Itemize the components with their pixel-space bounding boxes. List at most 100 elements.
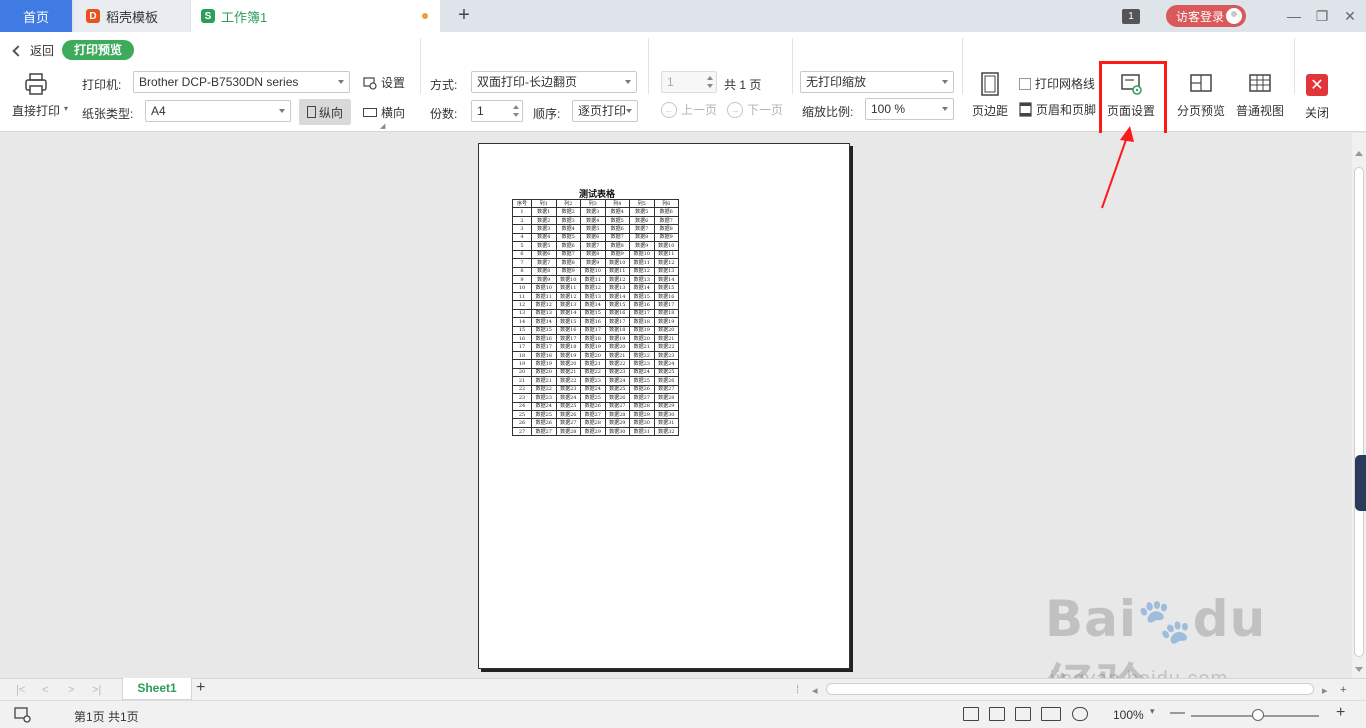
table-cell: 数据10 [531, 283, 557, 293]
table-cell: 数据25 [555, 401, 581, 411]
table-row: 14 数据14 数据15 数据16 数据17 数据18 数据19 [512, 317, 679, 327]
macro-icon[interactable] [14, 707, 32, 723]
next-page-button[interactable]: → 下一页 [727, 101, 783, 118]
table-cell: 数据21 [604, 350, 630, 361]
table-cell: 数据26 [604, 393, 630, 403]
table-cell: 数据10 [555, 274, 581, 285]
page-layout-icon[interactable] [1015, 707, 1031, 721]
table-cell: 数据15 [604, 300, 630, 310]
login-button[interactable]: 访客登录 [1166, 5, 1246, 27]
vertical-scrollbar[interactable] [1352, 133, 1366, 678]
page-break-preview-button[interactable]: 分页预览 [1177, 72, 1225, 119]
portrait-button[interactable]: 纵向 [299, 99, 351, 125]
table-row: 6 数据6 数据7 数据8 数据9 数据10 数据11 [512, 249, 679, 260]
login-label: 访客登录 [1176, 9, 1225, 24]
prev-sheet-icon[interactable]: < [42, 684, 48, 696]
order-select[interactable]: 逐页打印 [572, 100, 638, 122]
table-cell: 数据13 [555, 300, 581, 310]
eye-protection-icon[interactable] [1072, 707, 1088, 721]
window-close-icon[interactable]: ✕ [1340, 6, 1360, 26]
table-cell: 数据19 [629, 325, 655, 336]
print-gridlines-checkbox[interactable]: 打印网格线 [1019, 75, 1095, 92]
tab-templates[interactable]: D 稻壳模板 [74, 0, 190, 32]
last-sheet-icon[interactable]: >| [92, 684, 101, 696]
prev-page-button[interactable]: ← 上一页 [661, 101, 717, 118]
table-cell: 数据13 [653, 266, 679, 276]
table-cell: 数据15 [629, 291, 655, 302]
scroll-down-icon[interactable] [1355, 667, 1363, 672]
side-panel-handle[interactable] [1355, 455, 1366, 511]
table-cell: 数据12 [580, 283, 606, 293]
scale-select[interactable]: 无打印缩放 [800, 71, 954, 93]
table-cell: 数据24 [580, 384, 606, 395]
tab-home-label: 首页 [22, 9, 49, 25]
table-cell: 数据6 [555, 241, 581, 251]
checkbox-icon [1019, 77, 1031, 90]
scroll-right-icon[interactable]: ▸ [1322, 684, 1328, 697]
zoom-out-icon[interactable]: — [1170, 704, 1185, 721]
scroll-thumb[interactable] [1354, 167, 1364, 657]
zoom-select[interactable]: 100 % [865, 98, 954, 120]
zoom-in-icon[interactable]: + [1336, 704, 1345, 722]
table-cell: 数据9 [653, 232, 679, 243]
copies-stepper[interactable]: 1 [471, 100, 523, 122]
minimize-icon[interactable]: — [1284, 6, 1304, 26]
close-preview-button[interactable]: ✕ 关闭 [1305, 74, 1329, 121]
sheet-tab[interactable]: Sheet1 [122, 678, 192, 700]
table-cell: 数据14 [604, 291, 630, 302]
spinner-icon[interactable] [512, 103, 520, 119]
expand-icon[interactable]: ◢ [380, 122, 385, 130]
print-gridlines-label: 打印网格线 [1035, 77, 1096, 91]
printer-select[interactable]: Brother DCP-B7530DN series [133, 71, 350, 93]
window-count-badge[interactable]: 1 [1122, 9, 1140, 24]
scroll-left-icon[interactable]: ◂ [812, 684, 818, 697]
zoom-dropdown-icon[interactable]: ▾ [1150, 706, 1155, 717]
table-cell: 数据11 [629, 258, 655, 268]
printer-settings-button[interactable]: 设置 [363, 74, 405, 91]
zoom-percent[interactable]: 100% [1113, 708, 1144, 722]
direct-print-dropdown-icon[interactable]: ▾ [64, 104, 68, 113]
restore-icon[interactable]: ❐ [1312, 6, 1332, 26]
table-cell: 数据25 [580, 393, 606, 403]
table-cell: 数据14 [531, 317, 557, 327]
status-bar: 第1页 共1页 100% ▾ — + [0, 700, 1366, 728]
table-cell: 数据23 [653, 350, 679, 361]
tab-home[interactable]: 首页 [0, 0, 72, 32]
grid-view-icon[interactable] [989, 707, 1005, 721]
next-sheet-icon[interactable]: > [68, 684, 74, 696]
table-cell: 数据26 [555, 409, 581, 420]
table-cell: 数据5 [580, 224, 606, 234]
table-cell: 数据12 [653, 258, 679, 268]
add-column-icon[interactable]: + [1340, 684, 1346, 696]
margins-button[interactable]: 页边距 [972, 72, 1008, 119]
method-select[interactable]: 双面打印-长边翻页 [471, 71, 637, 93]
first-sheet-icon[interactable]: |< [16, 684, 25, 696]
tab-workbook[interactable]: S 工作簿1 [191, 0, 440, 32]
table-cell: 数据16 [580, 317, 606, 327]
fit-screen-icon[interactable] [963, 707, 979, 721]
direct-print-button[interactable]: 直接打印 [12, 72, 60, 119]
horizontal-scrollbar[interactable] [826, 683, 1314, 695]
paper-select[interactable]: A4 [145, 100, 291, 122]
table-cell: 数据8 [531, 266, 557, 276]
table-cell: 7 [512, 258, 532, 268]
printer-value: Brother DCP-B7530DN series [139, 75, 299, 89]
landscape-button[interactable]: 横向 [363, 104, 405, 121]
table-cell: 5 [512, 241, 532, 251]
header-footer-button[interactable]: 页眉和页脚 [1019, 101, 1096, 118]
back-button[interactable]: 返回 [12, 42, 54, 59]
scroll-splitter-icon[interactable]: ⁞ [796, 684, 799, 696]
table-cell: 数据4 [531, 232, 557, 243]
add-sheet-button[interactable]: + [196, 679, 205, 697]
table-cell: 数据26 [653, 376, 679, 386]
normal-view-button[interactable]: 普通视图 [1236, 72, 1284, 119]
table-cell: 数据18 [604, 325, 630, 336]
reading-mode-icon[interactable] [1041, 707, 1061, 721]
page-number-input[interactable]: 1 [661, 71, 717, 93]
close-label: 关闭 [1305, 106, 1330, 120]
table-cell: 15 [512, 325, 532, 336]
scroll-up-icon[interactable] [1355, 151, 1363, 156]
new-tab-button[interactable]: + [452, 4, 476, 28]
separator [420, 38, 421, 94]
zoom-slider-knob[interactable] [1252, 709, 1264, 721]
